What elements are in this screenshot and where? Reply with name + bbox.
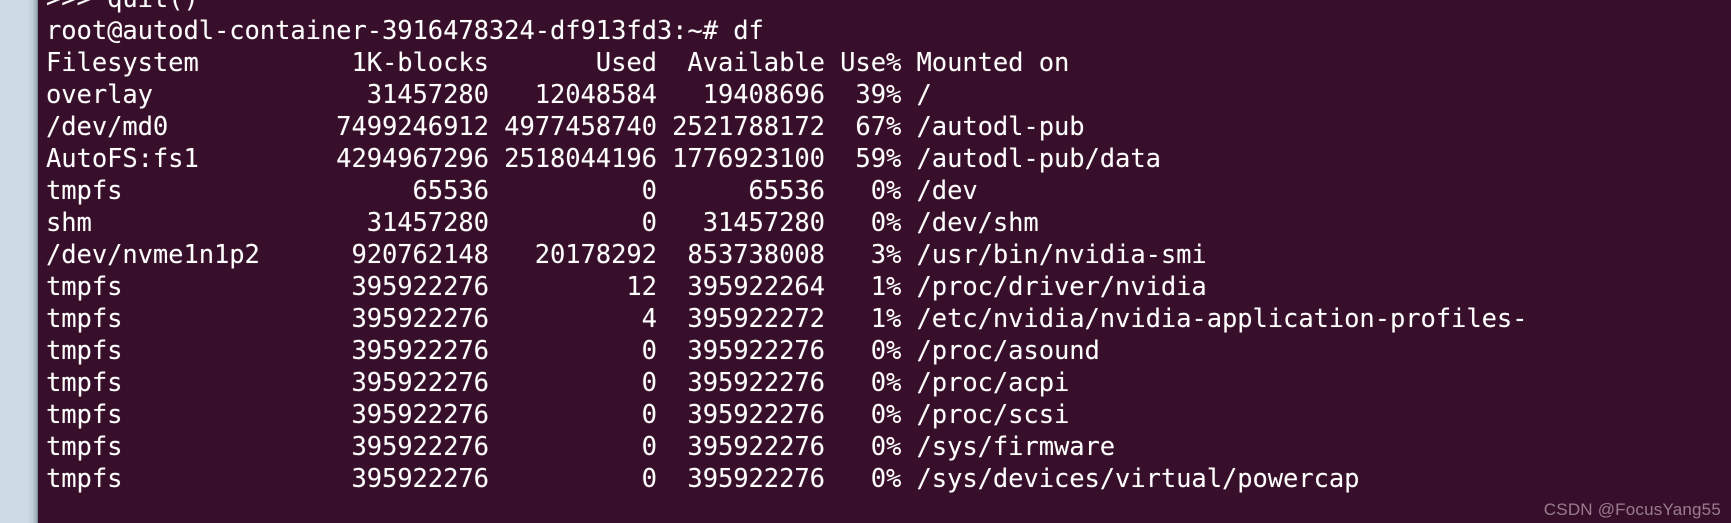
table-row: tmpfs 395922276 0 395922276 0% /proc/acp… [46,368,1070,398]
table-row: tmpfs 395922276 0 395922276 0% /sys/devi… [46,464,1360,494]
table-row: tmpfs 395922276 0 395922276 0% /proc/scs… [46,400,1070,430]
table-row: shm 31457280 0 31457280 0% /dev/shm [46,208,1039,238]
table-row: /dev/nvme1n1p2 920762148 20178292 853738… [46,240,1207,270]
csdn-watermark: CSDN @FocusYang55 [1543,500,1721,519]
terminal-left-gutter-scrollbar[interactable] [0,0,38,523]
table-row: tmpfs 395922276 0 395922276 0% /proc/aso… [46,336,1100,366]
terminal-output-area[interactable]: >>> quit() root@autodl-container-3916478… [38,0,1731,523]
table-row: tmpfs 395922276 0 395922276 0% /sys/firm… [46,432,1116,462]
table-row: /dev/md0 7499246912 4977458740 252178817… [46,112,1085,142]
table-row: tmpfs 395922276 12 395922264 1% /proc/dr… [46,272,1207,302]
shell-command: df [733,16,764,46]
table-row: AutoFS:fs1 4294967296 2518044196 1776923… [46,144,1161,174]
table-row: tmpfs 65536 0 65536 0% /dev [46,176,978,206]
table-row: overlay 31457280 12048584 19408696 39% / [46,80,932,110]
shell-prompt: root@autodl-container-3916478324-df913fd… [46,16,734,46]
table-row: tmpfs 395922276 4 395922272 1% /etc/nvid… [46,304,1528,334]
shell-prompt-line: root@autodl-container-3916478324-df913fd… [46,15,764,47]
scrollback-line-quit: >>> quit() [46,0,199,15]
df-header-row: Filesystem 1K-blocks Used Available Use%… [46,48,1070,78]
terminal-window[interactable]: >>> quit() root@autodl-container-3916478… [0,0,1731,523]
